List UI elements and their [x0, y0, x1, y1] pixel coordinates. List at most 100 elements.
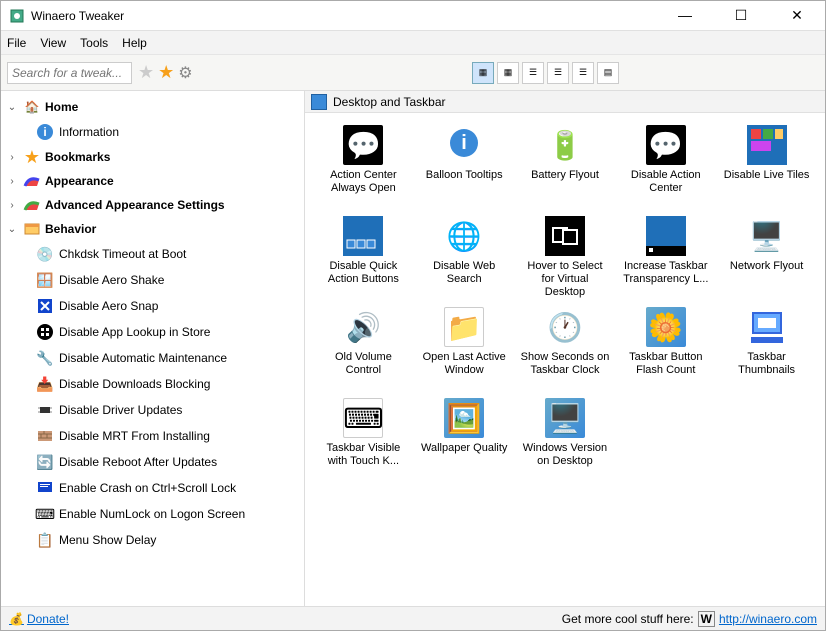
donate-link[interactable]: 💰 Donate! — [9, 612, 69, 626]
tree-downloads-block[interactable]: 📥Disable Downloads Blocking — [1, 371, 304, 397]
pane-title: Desktop and Taskbar — [333, 95, 446, 109]
tile-grid: 💬Action Center Always Open iBalloon Tool… — [305, 113, 825, 606]
web-search-icon: 🌐 — [444, 216, 484, 256]
view-medium-icons[interactable]: ▦ — [497, 62, 519, 84]
chevron-right-icon[interactable]: › — [5, 176, 19, 187]
tile-taskbar-thumbnails[interactable]: Taskbar Thumbnails — [718, 305, 815, 390]
tile-balloon-tooltips[interactable]: iBalloon Tooltips — [416, 123, 513, 208]
view-details[interactable]: ☰ — [572, 62, 594, 84]
menu-tools[interactable]: Tools — [80, 36, 108, 50]
tree-auto-maint[interactable]: 🔧Disable Automatic Maintenance — [1, 345, 304, 371]
tree-app-lookup[interactable]: Disable App Lookup in Store — [1, 319, 304, 345]
tile-windows-version[interactable]: 🖥️Windows Version on Desktop — [517, 396, 614, 481]
minimize-button[interactable]: — — [665, 7, 705, 24]
chevron-right-icon[interactable]: › — [5, 200, 19, 211]
tile-taskbar-touch-keyboard[interactable]: ⌨Taskbar Visible with Touch K... — [315, 396, 412, 481]
snap-icon — [35, 296, 55, 316]
desktop-icon — [311, 94, 327, 110]
view-list[interactable]: ☰ — [547, 62, 569, 84]
tile-battery-flyout[interactable]: 🔋Battery Flyout — [517, 123, 614, 208]
tree-behavior[interactable]: ⌄ Behavior — [1, 217, 304, 241]
view-tiles[interactable]: ▤ — [597, 62, 619, 84]
tree-mrt[interactable]: Disable MRT From Installing — [1, 423, 304, 449]
tree-aero-snap[interactable]: Disable Aero Snap — [1, 293, 304, 319]
tile-disable-live-tiles[interactable]: Disable Live Tiles — [718, 123, 815, 208]
tree-crash[interactable]: Enable Crash on Ctrl+Scroll Lock — [1, 475, 304, 501]
search-input[interactable] — [7, 62, 132, 84]
view-small-icons[interactable]: ☰ — [522, 62, 544, 84]
keyboard-icon: ⌨ — [35, 504, 55, 524]
tile-hover-virtual-desktop[interactable]: Hover to Select for Virtual Desktop — [517, 214, 614, 299]
thumbnails-icon — [747, 307, 787, 347]
desktop-version-icon: 🖥️ — [545, 398, 585, 438]
balloon-icon: i — [444, 125, 484, 165]
close-button[interactable]: ✕ — [777, 7, 817, 24]
bookmark-icon[interactable]: ★ — [158, 62, 174, 83]
flash-icon: 🌼 — [646, 307, 686, 347]
appearance-icon — [23, 172, 41, 190]
touch-keyboard-icon: ⌨ — [343, 398, 383, 438]
tile-open-last-window[interactable]: 📁Open Last Active Window — [416, 305, 513, 390]
tree-reboot-updates[interactable]: 🔄Disable Reboot After Updates — [1, 449, 304, 475]
winaero-url[interactable]: http://winaero.com — [719, 612, 817, 626]
chevron-down-icon[interactable]: ⌄ — [5, 102, 19, 113]
tree-bookmarks[interactable]: › ★ Bookmarks — [1, 145, 304, 169]
tile-disable-action-center[interactable]: 💬Disable Action Center — [617, 123, 714, 208]
chevron-down-icon[interactable]: ⌄ — [5, 224, 19, 235]
footer-text: Get more cool stuff here: — [562, 612, 694, 626]
tree-advanced-appearance[interactable]: › Advanced Appearance Settings — [1, 193, 304, 217]
download-icon: 📥 — [35, 374, 55, 394]
menu-icon: 📋 — [35, 530, 55, 550]
wallpaper-icon: 🖼️ — [444, 398, 484, 438]
settings-icon[interactable]: ⚙ — [178, 63, 192, 83]
titlebar: Winaero Tweaker — ☐ ✕ — [1, 1, 825, 31]
tile-disable-quick-actions[interactable]: Disable Quick Action Buttons — [315, 214, 412, 299]
tree-numlock[interactable]: ⌨Enable NumLock on Logon Screen — [1, 501, 304, 527]
battery-icon: 🔋 — [545, 125, 585, 165]
live-tiles-icon — [747, 125, 787, 165]
quick-actions-icon — [343, 216, 383, 256]
tree-information[interactable]: i Information — [1, 119, 304, 145]
chip-icon — [35, 400, 55, 420]
app-icon — [9, 8, 25, 24]
tree-home[interactable]: ⌄ 🏠 Home — [1, 95, 304, 119]
chevron-right-icon[interactable]: › — [5, 152, 19, 163]
tile-wallpaper-quality[interactable]: 🖼️Wallpaper Quality — [416, 396, 513, 481]
tile-taskbar-flash[interactable]: 🌼Taskbar Button Flash Count — [617, 305, 714, 390]
tile-taskbar-seconds[interactable]: 🕐Show Seconds on Taskbar Clock — [517, 305, 614, 390]
menu-file[interactable]: File — [7, 36, 26, 50]
disk-icon: 💿 — [35, 244, 55, 264]
menubar: File View Tools Help — [1, 31, 825, 55]
action-center-icon: 💬 — [343, 125, 383, 165]
tree-aero-shake[interactable]: 🪟Disable Aero Shake — [1, 267, 304, 293]
star-icon: ★ — [23, 148, 41, 166]
bookmark-add-icon[interactable]: ★ — [138, 62, 154, 83]
wall-icon — [35, 426, 55, 446]
view-large-icons[interactable]: ▦ — [472, 62, 494, 84]
tree-appearance[interactable]: › Appearance — [1, 169, 304, 193]
speaker-icon: 🔊 — [343, 307, 383, 347]
tile-action-center-open[interactable]: 💬Action Center Always Open — [315, 123, 412, 208]
tile-old-volume[interactable]: 🔊Old Volume Control — [315, 305, 412, 390]
advanced-appearance-icon — [23, 196, 41, 214]
bsod-icon — [35, 478, 55, 498]
svg-text:i: i — [461, 132, 467, 154]
no-action-center-icon: 💬 — [646, 125, 686, 165]
store-icon — [35, 322, 55, 342]
tile-taskbar-transparency[interactable]: Increase Taskbar Transparency L... — [617, 214, 714, 299]
statusbar: 💰 Donate! Get more cool stuff here: W ht… — [1, 606, 825, 630]
tile-network-flyout[interactable]: 🖥️Network Flyout — [718, 214, 815, 299]
home-icon: 🏠 — [23, 98, 41, 116]
clock-icon: 🕐 — [545, 307, 585, 347]
sidebar[interactable]: ⌄ 🏠 Home i Information › ★ Bookmarks › A… — [1, 91, 305, 606]
menu-help[interactable]: Help — [122, 36, 147, 50]
tree-driver-updates[interactable]: Disable Driver Updates — [1, 397, 304, 423]
toolbar: ★ ★ ⚙ ▦ ▦ ☰ ☰ ☰ ▤ — [1, 55, 825, 91]
menu-view[interactable]: View — [40, 36, 66, 50]
tile-disable-web-search[interactable]: 🌐Disable Web Search — [416, 214, 513, 299]
tree-chkdsk[interactable]: 💿Chkdsk Timeout at Boot — [1, 241, 304, 267]
window-icon: 🪟 — [35, 270, 55, 290]
maximize-button[interactable]: ☐ — [721, 7, 761, 24]
tree-menu-delay[interactable]: 📋Menu Show Delay — [1, 527, 304, 553]
winaero-logo-icon: W — [698, 611, 715, 627]
